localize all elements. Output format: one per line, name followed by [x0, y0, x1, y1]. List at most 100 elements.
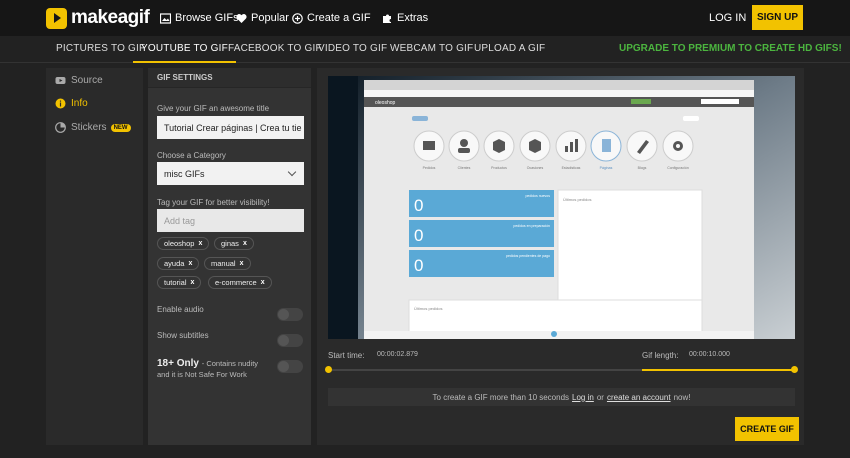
menu-label: Clientes	[458, 166, 471, 170]
stat-label: pedidos en preparación	[513, 224, 550, 228]
tab-pictures-to-gif[interactable]: PICTURES TO GIF	[56, 36, 145, 63]
menu-label: Pedidos	[423, 166, 436, 170]
end-handle[interactable]	[791, 366, 798, 373]
sidebar-stickers-label: Stickers	[71, 122, 107, 133]
logo-text: makeagif	[71, 7, 150, 28]
site-logo: oleoshop	[375, 100, 396, 106]
category-label: Choose a Category	[157, 151, 226, 160]
upgrade-link[interactable]: UPGRADE TO PREMIUM TO CREATE HD GIFS!	[619, 36, 842, 63]
logo[interactable]: makeagif	[46, 7, 150, 29]
tag-chip: tutorial x	[157, 276, 202, 289]
tab-facebook-to-gif[interactable]: FACEBOOK TO GIF	[228, 36, 322, 63]
sidebar: Source Info Stickers NEW	[46, 68, 143, 445]
puzzle-icon	[383, 14, 391, 23]
notice-text-end: now!	[673, 392, 691, 402]
remove-tag-icon[interactable]: x	[261, 279, 265, 286]
tag-chip: e-commerce x	[208, 276, 272, 289]
tab-webcam-to-gif[interactable]: WEBCAM TO GIF	[390, 36, 473, 63]
tab-video-to-gif[interactable]: VIDEO TO GIF	[318, 36, 387, 63]
create-account-link[interactable]: create an account	[607, 393, 671, 402]
stat-label: pedidos nuevos	[525, 194, 550, 198]
chevron-down-icon	[287, 167, 297, 177]
enable-audio-label: Enable audio	[157, 305, 204, 314]
nav-extras[interactable]: Extras	[382, 0, 428, 36]
show-subtitles-toggle[interactable]	[277, 334, 303, 347]
main-panel: oleoshop Pedidos Clientes Productos Ocas…	[317, 68, 804, 445]
menu-label: Estadísticas	[562, 166, 581, 170]
menu-label: Blogs	[638, 166, 647, 170]
tag-label-text: ayuda	[164, 259, 185, 268]
stat-label: pedidos pendientes de pago	[506, 254, 550, 258]
timeline-slider[interactable]	[325, 366, 798, 373]
adult-title-text: 18+ Only	[157, 358, 199, 369]
tab-upload-a-gif[interactable]: UPLOAD A GIF	[474, 36, 545, 63]
time-readout: Start time: 00:00:02.879 Gif length: 00:…	[328, 351, 795, 365]
tag-label: Tag your GIF for better visibility!	[157, 198, 270, 207]
start-time-value[interactable]: 00:00:02.879	[377, 351, 418, 358]
length-notice: To create a GIF more than 10 seconds Log…	[328, 388, 795, 406]
add-tag-input[interactable]: Add tag	[157, 209, 304, 232]
enable-audio-toggle[interactable]	[277, 308, 303, 321]
remove-tag-icon[interactable]: x	[243, 240, 247, 247]
show-subtitles-label: Show subtitles	[157, 331, 209, 340]
plus-circle-icon	[292, 12, 303, 24]
video-frame: oleoshop Pedidos Clientes Productos Ocas…	[328, 76, 795, 339]
nav-browse-gifs[interactable]: Browse GIFs	[160, 0, 239, 36]
remove-tag-icon[interactable]: x	[240, 260, 244, 267]
remove-tag-icon[interactable]: x	[191, 279, 195, 286]
new-badge: NEW	[110, 123, 131, 132]
image-icon	[160, 12, 171, 24]
remove-tag-icon[interactable]: x	[198, 240, 202, 247]
category-value: misc GIFs	[164, 168, 205, 179]
stat-value: 0	[414, 196, 423, 215]
sidebar-item-source[interactable]: Source	[55, 75, 103, 86]
gif-settings-panel: GIF SETTINGS Give your GIF an awesome ti…	[148, 68, 311, 445]
menu-label: Páginas	[600, 166, 613, 170]
play-logo-icon	[46, 7, 67, 29]
adult-label: 18+ Only - Contains nudity	[157, 358, 258, 369]
create-gif-button[interactable]: CREATE GIF	[735, 417, 799, 441]
start-handle[interactable]	[325, 366, 332, 373]
adult-desc-line2: and it is Not Safe For Work	[157, 370, 247, 379]
title-label: Give your GIF an awesome title	[157, 104, 270, 113]
panel-title: Últimos pedidos	[563, 197, 591, 202]
video-preview[interactable]: oleoshop Pedidos Clientes Productos Ocas…	[328, 76, 795, 339]
tag-chip: ginas x	[214, 237, 254, 250]
adult-desc-text: - Contains nudity	[201, 359, 259, 368]
adult-toggle[interactable]	[277, 360, 303, 373]
gif-length-value[interactable]: 00:00:10.000	[689, 351, 730, 358]
login-link[interactable]: LOG IN	[709, 12, 746, 24]
nav-popular[interactable]: Popular	[236, 0, 289, 36]
sidebar-item-info[interactable]: Info	[55, 98, 88, 109]
gif-length-label: Gif length:	[642, 351, 679, 360]
sidebar-item-stickers[interactable]: Stickers NEW	[55, 122, 131, 133]
sidebar-source-label: Source	[71, 75, 103, 86]
tag-label-text: tutorial	[164, 278, 187, 287]
tag-chip: ayuda x	[157, 257, 200, 270]
top-bar: makeagif Browse GIFs Popular Create a GI…	[0, 0, 850, 36]
sidebar-info-label: Info	[71, 98, 88, 109]
stat-value: 0	[414, 226, 423, 245]
panel-title: Últimos pedidos	[414, 306, 442, 311]
menu-label: Configuración	[667, 166, 689, 170]
youtube-icon	[55, 77, 66, 84]
timeline-selection	[642, 369, 795, 371]
tab-bar: PICTURES TO GIF YOUTUBE TO GIF FACEBOOK …	[0, 36, 850, 63]
heart-icon	[236, 13, 247, 23]
tab-youtube-to-gif[interactable]: YOUTUBE TO GIF	[133, 36, 236, 63]
title-input[interactable]: Tutorial Crear páginas | Crea tu tie	[157, 116, 304, 139]
notice-text-or: or	[596, 392, 604, 402]
menu-label: Ocasiones	[527, 166, 544, 170]
category-select[interactable]: misc GIFs	[157, 162, 304, 185]
start-time-label: Start time:	[328, 351, 365, 360]
signup-button[interactable]: SIGN UP	[752, 5, 803, 30]
nav-popular-label: Popular	[251, 12, 289, 24]
remove-tag-icon[interactable]: x	[188, 260, 192, 267]
nav-browse-label: Browse GIFs	[175, 12, 239, 24]
notice-text: To create a GIF more than 10 seconds	[432, 392, 570, 402]
nav-create-gif[interactable]: Create a GIF	[292, 0, 371, 36]
settings-header: GIF SETTINGS	[148, 68, 311, 88]
nav-extras-label: Extras	[397, 12, 429, 24]
stat-value: 0	[414, 256, 423, 275]
login-link-inline[interactable]: Log in	[572, 393, 594, 402]
